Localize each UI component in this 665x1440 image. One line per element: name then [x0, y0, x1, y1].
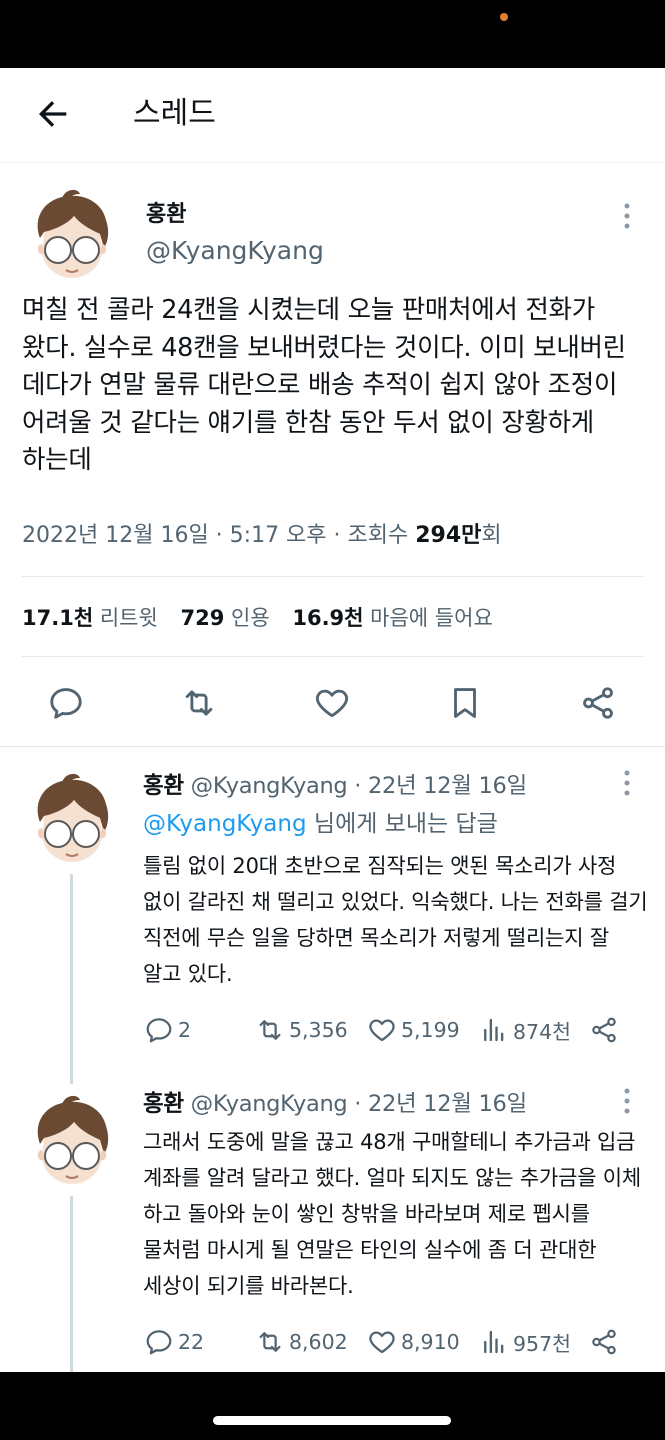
author-handle[interactable]: @KyangKyang	[146, 235, 324, 267]
back-arrow-icon[interactable]	[33, 94, 73, 134]
reply-author-name[interactable]: 홍환	[143, 1091, 184, 1117]
more-options-icon[interactable]	[622, 768, 632, 798]
retweet-action[interactable]: 8,602	[255, 1327, 348, 1357]
quote-label[interactable]: 인용	[231, 606, 270, 630]
reply-text: 틀림 없이 20대 초반으로 짐작되는 앳된 목소리가 사정 없이 갈라진 채 …	[143, 854, 648, 986]
views-chart-icon	[484, 1330, 504, 1354]
replying-to: @KyangKyang 님에게 보내는 답글	[143, 807, 498, 841]
share-icon[interactable]	[589, 1327, 619, 1357]
author-name[interactable]: 홍환	[146, 200, 186, 230]
view-count: 874천	[513, 1020, 571, 1044]
mention-link[interactable]: @KyangKyang	[143, 811, 307, 837]
tweet-meta: 2022년 12월 16일 · 5:17 오후 · 조회수 294만회	[22, 518, 502, 554]
bookmark-icon[interactable]	[446, 684, 484, 722]
retweet-icon	[259, 1332, 281, 1352]
reply-header: 홍환 @KyangKyang · 22년 12월 16일	[143, 770, 527, 802]
reply-author-name[interactable]: 홍환	[143, 773, 184, 799]
divider	[22, 576, 643, 577]
reply-count: 22	[178, 1330, 205, 1354]
views-chart-icon	[484, 1018, 504, 1042]
share-icon[interactable]	[579, 684, 617, 722]
system-navigation-bar	[0, 1372, 665, 1440]
avatar[interactable]	[22, 1092, 122, 1192]
retweet-count[interactable]: 17.1천	[22, 606, 93, 630]
more-options-icon[interactable]	[622, 201, 632, 231]
avatar[interactable]	[22, 186, 122, 286]
reply-action[interactable]: 2	[144, 1015, 191, 1045]
like-count: 8,910	[401, 1330, 460, 1354]
view-suffix: 회	[481, 523, 502, 548]
retweet-action[interactable]: 5,356	[255, 1015, 348, 1045]
reply-count: 2	[178, 1018, 192, 1042]
like-count[interactable]: 16.9천	[292, 606, 363, 630]
recording-indicator-icon	[500, 13, 508, 21]
like-count: 5,199	[401, 1018, 460, 1042]
views-action[interactable]: 957천	[479, 1327, 571, 1357]
share-icon[interactable]	[589, 1015, 619, 1045]
view-count: 957천	[513, 1332, 571, 1356]
quote-count[interactable]: 729	[180, 606, 224, 630]
views-action[interactable]: 874천	[479, 1015, 571, 1045]
retweet-icon	[259, 1020, 281, 1040]
divider	[22, 656, 643, 657]
reply-text: 그래서 도중에 말을 끊고 48개 구매할테니 추가금과 입금 계좌를 알려 달…	[143, 1130, 642, 1298]
like-heart-icon	[369, 1019, 395, 1042]
divider	[0, 746, 665, 747]
home-indicator[interactable]	[213, 1416, 451, 1425]
like-heart-icon[interactable]	[313, 684, 351, 722]
reply-header: 홍환 @KyangKyang · 22년 12월 16일	[143, 1088, 527, 1120]
reply-handle-date[interactable]: @KyangKyang · 22년 12월 16일	[191, 1091, 528, 1117]
retweet-icon[interactable]	[180, 684, 218, 722]
like-heart-icon	[369, 1331, 395, 1354]
tweet-text: 며칠 전 콜라 24캔을 시켰는데 오늘 판매처에서 전화가 왔다. 실수로 4…	[22, 295, 626, 475]
reply-action[interactable]: 22	[144, 1327, 204, 1357]
avatar[interactable]	[22, 770, 122, 870]
thread-connector	[70, 874, 73, 1084]
engagement-stats: 17.1천 리트윗 729 인용 16.9천 마음에 들어요	[22, 600, 509, 636]
like-label[interactable]: 마음에 들어요	[370, 606, 493, 630]
thread-header: 스레드	[0, 68, 665, 163]
replying-to-label: 님에게 보내는 답글	[306, 811, 498, 837]
reply-icon[interactable]	[47, 684, 85, 722]
like-action[interactable]: 8,910	[367, 1327, 460, 1357]
status-bar	[0, 0, 665, 68]
more-options-icon[interactable]	[622, 1086, 632, 1116]
reply-icon	[146, 1330, 172, 1355]
reply-handle-date[interactable]: @KyangKyang · 22년 12월 16일	[191, 773, 528, 799]
reply-icon	[146, 1018, 172, 1043]
thread-connector	[70, 1196, 73, 1372]
retweet-count: 5,356	[289, 1018, 348, 1042]
page-title: 스레드	[133, 96, 216, 131]
retweet-count: 8,602	[289, 1330, 348, 1354]
retweet-label[interactable]: 리트윗	[100, 606, 158, 630]
like-action[interactable]: 5,199	[367, 1015, 460, 1045]
tweet-date: 2022년 12월 16일 · 5:17 오후 · 조회수	[22, 523, 416, 548]
view-count: 294만	[415, 523, 482, 548]
